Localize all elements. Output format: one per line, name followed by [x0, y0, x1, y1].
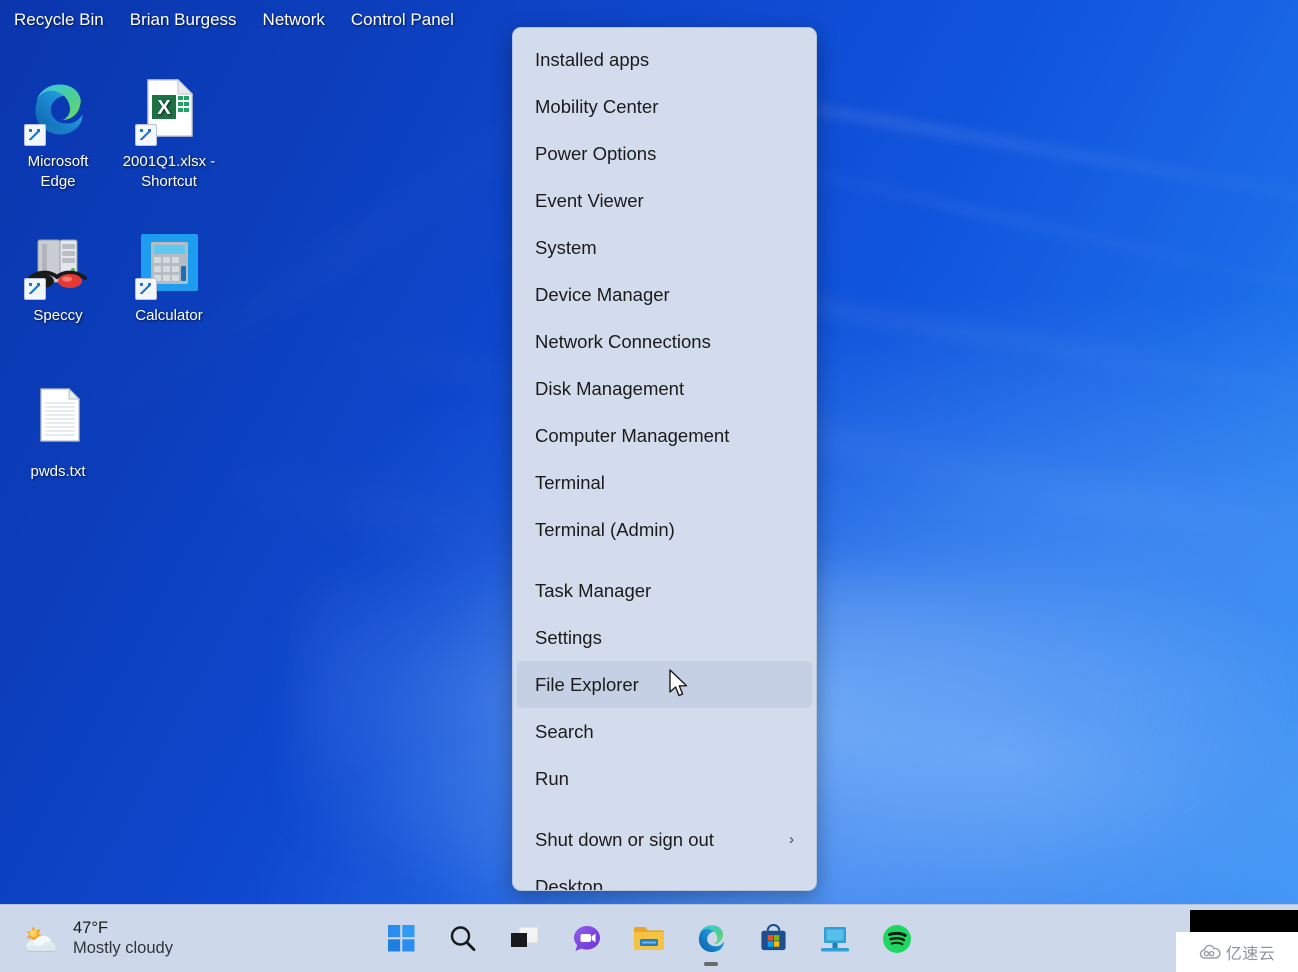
desktop-icon-excel-shortcut[interactable]: X 2001Q1.xlsx - Shortcut	[113, 78, 225, 192]
taskbar-remote-desktop-button[interactable]	[813, 917, 857, 961]
menu-item-mobility-center[interactable]: Mobility Center	[517, 83, 812, 130]
menu-item-terminal-admin[interactable]: Terminal (Admin)	[517, 506, 812, 553]
desktop-icon-label-recycle-bin[interactable]: Recycle Bin	[14, 10, 104, 30]
sun-behind-cloud-icon	[20, 922, 60, 956]
menu-item-file-explorer[interactable]: File Explorer	[517, 661, 812, 708]
menu-item-system[interactable]: System	[517, 224, 812, 271]
taskbar-spotify-button[interactable]	[875, 917, 919, 961]
desktop-icon-label-brian-burgess[interactable]: Brian Burgess	[130, 10, 237, 30]
taskbar-chat-button[interactable]	[565, 917, 609, 961]
menu-item-settings[interactable]: Settings	[517, 614, 812, 661]
menu-item-task-manager[interactable]: Task Manager	[517, 567, 812, 614]
desktop-icon-caption-line2: Shortcut	[113, 172, 225, 192]
spotify-icon	[882, 924, 912, 954]
calculator-icon	[135, 232, 203, 300]
folder-icon	[633, 925, 665, 952]
taskbar-task-view-button[interactable]	[503, 917, 547, 961]
desktop-icon-label-control-panel[interactable]: Control Panel	[351, 10, 454, 30]
desktop-icon-caption: 2001Q1.xlsx -	[113, 152, 225, 172]
menu-item-device-manager[interactable]: Device Manager	[517, 271, 812, 318]
desktop-icon-microsoft-edge[interactable]: Microsoft Edge	[2, 78, 114, 192]
desktop-icon-label-network[interactable]: Network	[263, 10, 325, 30]
weather-condition: Mostly cloudy	[73, 939, 173, 958]
desktop-icon-caption: pwds.txt	[2, 462, 114, 482]
taskbar-button-group	[379, 917, 919, 961]
text-file-icon	[24, 388, 92, 456]
desktop-top-icon-labels: Recycle Bin Brian Burgess Network Contro…	[0, 10, 454, 30]
taskbar: 47°F Mostly cloudy	[0, 904, 1298, 972]
taskbar-start-button[interactable]	[379, 917, 423, 961]
edge-icon	[24, 78, 92, 146]
desktop-icon-caption-line2: Edge	[2, 172, 114, 192]
desktop-icon-caption: Calculator	[113, 306, 225, 326]
menu-item-desktop[interactable]: Desktop	[517, 863, 812, 891]
menu-item-installed-apps[interactable]: Installed apps	[517, 36, 812, 83]
chat-video-icon	[572, 924, 602, 954]
desktop-screen: Recycle Bin Brian Burgess Network Contro…	[0, 0, 1298, 972]
svg-text:X: X	[157, 97, 171, 119]
taskbar-active-indicator	[704, 962, 718, 966]
store-bag-icon	[759, 924, 788, 953]
search-icon	[448, 924, 478, 954]
weather-temperature: 47°F	[73, 919, 173, 938]
menu-group-session: Shut down or sign out › Desktop	[513, 816, 816, 891]
menu-item-power-options[interactable]: Power Options	[517, 130, 812, 177]
chevron-right-icon: ›	[789, 816, 794, 863]
desktop-icon-caption: Speccy	[2, 306, 114, 326]
menu-item-run[interactable]: Run	[517, 755, 812, 802]
menu-item-search[interactable]: Search	[517, 708, 812, 755]
taskbar-edge-button[interactable]	[689, 917, 733, 961]
desktop-icon-caption: Microsoft	[2, 152, 114, 172]
menu-item-event-viewer[interactable]: Event Viewer	[517, 177, 812, 224]
weather-text-block: 47°F Mostly cloudy	[73, 919, 173, 958]
taskbar-file-explorer-button[interactable]	[627, 917, 671, 961]
taskbar-store-button[interactable]	[751, 917, 795, 961]
menu-item-computer-management[interactable]: Computer Management	[517, 412, 812, 459]
shortcut-overlay-icon	[135, 278, 157, 300]
power-user-context-menu: Installed apps Mobility Center Power Opt…	[512, 27, 817, 891]
text-file-icon-svg	[40, 388, 80, 442]
desktop-icon-pwds-txt[interactable]: pwds.txt	[2, 388, 114, 482]
menu-group-system-tools: Installed apps Mobility Center Power Opt…	[513, 36, 816, 553]
menu-group-shell-tools: Task Manager Settings File Explorer Sear…	[513, 567, 816, 802]
desktop-icon-calculator[interactable]: Calculator	[113, 232, 225, 326]
edge-icon	[696, 923, 727, 954]
speccy-icon	[24, 232, 92, 300]
windows-logo-icon	[388, 925, 415, 952]
shortcut-overlay-icon	[24, 278, 46, 300]
taskbar-weather-widget[interactable]: 47°F Mostly cloudy	[0, 913, 189, 965]
menu-item-network-connections[interactable]: Network Connections	[517, 318, 812, 365]
shortcut-overlay-icon	[135, 124, 157, 146]
taskbar-search-button[interactable]	[441, 917, 485, 961]
remote-desktop-icon	[820, 925, 850, 953]
menu-item-terminal[interactable]: Terminal	[517, 459, 812, 506]
menu-item-shut-down-or-sign-out[interactable]: Shut down or sign out ›	[517, 816, 812, 863]
task-view-icon	[510, 926, 540, 952]
desktop-icon-speccy[interactable]: Speccy	[2, 232, 114, 326]
excel-document-icon: X	[135, 78, 203, 146]
menu-item-label: Shut down or sign out	[535, 829, 714, 850]
shortcut-overlay-icon	[24, 124, 46, 146]
menu-item-disk-management[interactable]: Disk Management	[517, 365, 812, 412]
